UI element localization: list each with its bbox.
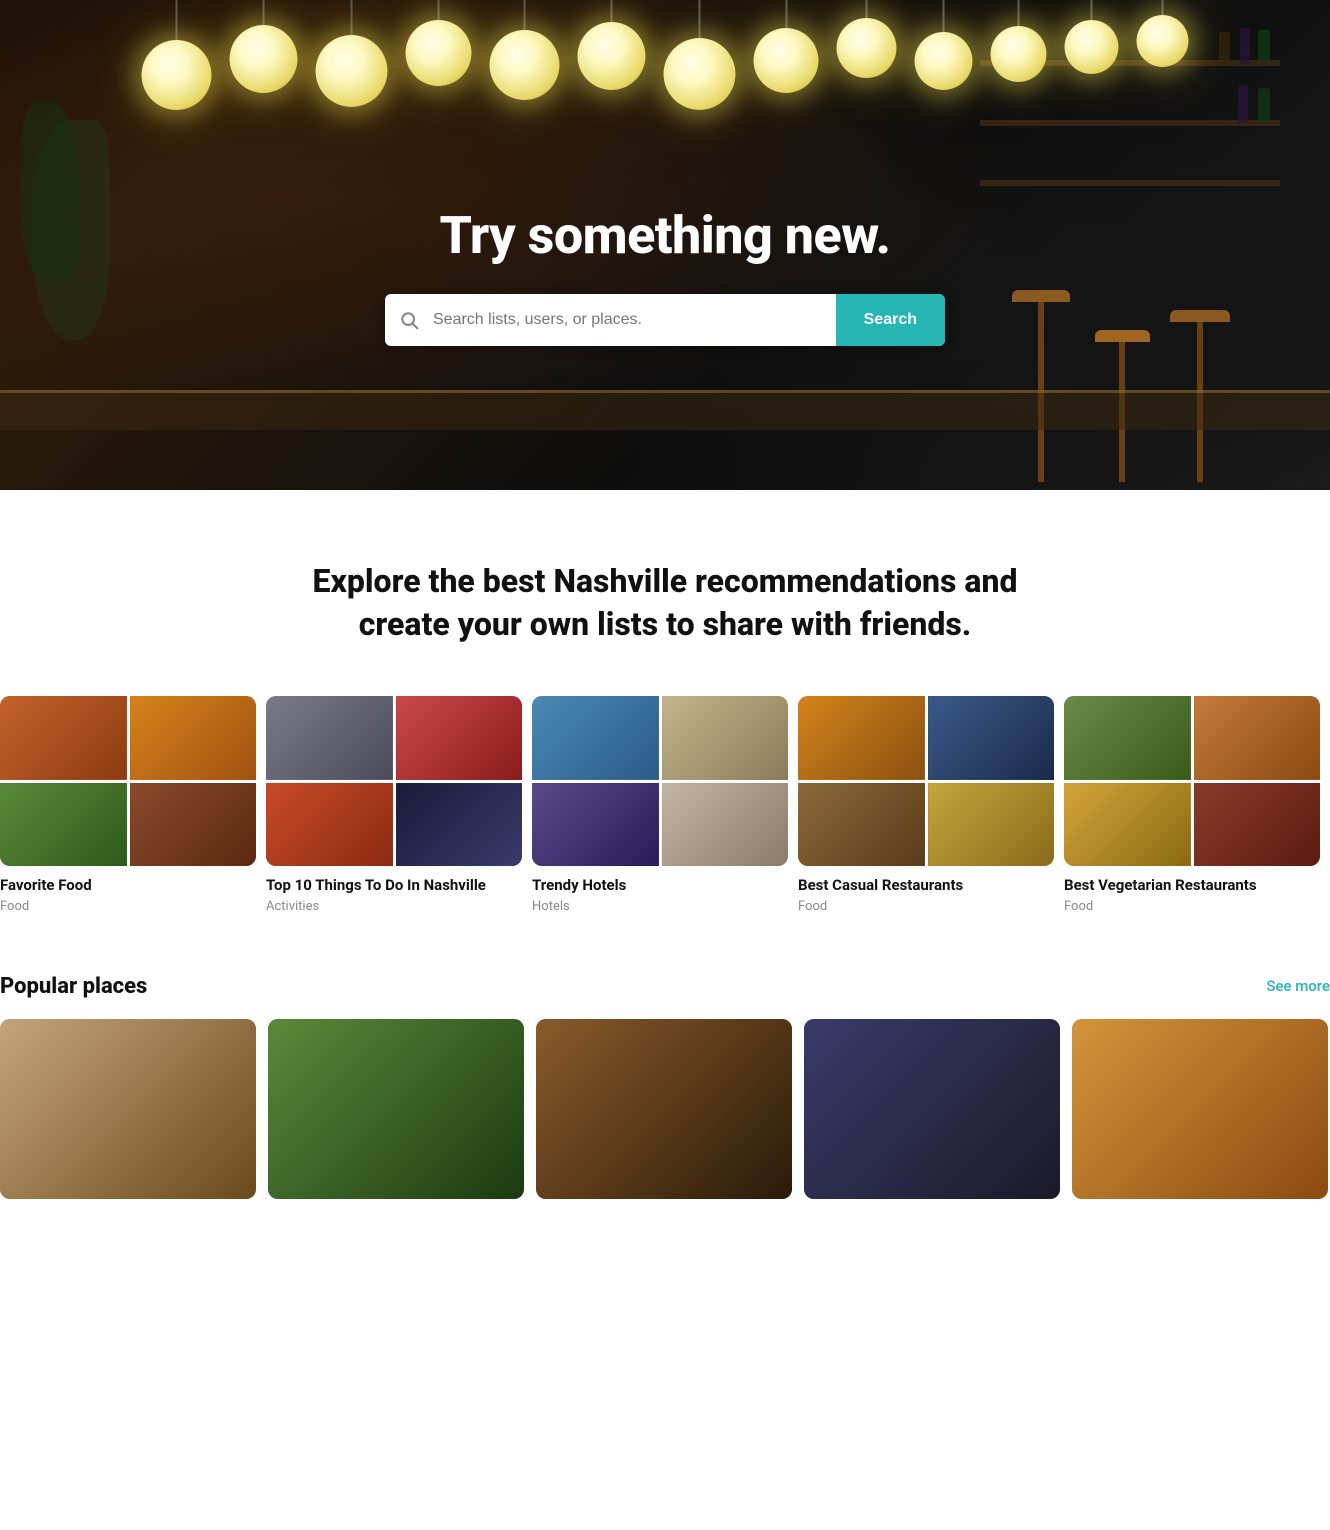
light-4 [406,0,472,86]
list-card-title-2: Trendy Hotels [532,876,788,896]
list-card-4[interactable]: Best Vegetarian Restaurants Food [1064,696,1330,914]
list-card-image-0-1 [130,696,257,780]
light-3 [316,0,388,107]
list-card-image-4-0 [1064,696,1191,780]
place-card-1[interactable] [268,1019,524,1199]
search-input[interactable] [433,311,836,329]
hero-title: Try something new. [440,205,891,266]
list-card-images-2 [532,696,788,866]
place-card-0[interactable] [0,1019,256,1199]
place-card-3[interactable] [804,1019,1060,1199]
list-card-image-1-0 [266,696,393,780]
search-button[interactable]: Search [836,294,945,346]
light-2 [230,0,298,93]
pendant-lights [142,0,1189,110]
list-card-category-1: Activities [266,899,522,914]
list-card-title-3: Best Casual Restaurants [798,876,1054,896]
list-card-image-1-1 [396,696,523,780]
list-card-title-0: Favorite Food [0,876,256,896]
list-card-image-2-1 [662,696,789,780]
places-grid [0,1019,1330,1199]
tagline-text: Explore the best Nashville recommendatio… [285,560,1045,646]
list-card-image-1-2 [266,783,393,867]
list-card-image-2-2 [532,783,659,867]
place-card-image-0 [0,1019,256,1199]
list-card-image-3-0 [798,696,925,780]
list-card-category-4: Food [1064,899,1320,914]
list-card-title-4: Best Vegetarian Restaurants [1064,876,1320,896]
light-10 [915,0,973,90]
list-card-3[interactable]: Best Casual Restaurants Food [798,696,1064,914]
tagline-section: Explore the best Nashville recommendatio… [0,490,1330,696]
light-6 [578,0,646,90]
list-card-image-0-2 [0,783,127,867]
light-8 [754,0,819,93]
list-card-category-2: Hotels [532,899,788,914]
place-card-4[interactable] [1072,1019,1328,1199]
list-card-image-1-3 [396,783,523,867]
list-card-image-2-3 [662,783,789,867]
list-card-images-3 [798,696,1054,866]
see-more-link[interactable]: See more [1266,977,1330,995]
light-13 [1137,0,1189,67]
list-card-image-3-1 [928,696,1055,780]
search-bar: Search [385,294,945,346]
list-card-1[interactable]: Top 10 Things To Do In Nashville Activiti… [266,696,532,914]
list-card-2[interactable]: Trendy Hotels Hotels [532,696,798,914]
list-card-category-0: Food [0,899,256,914]
search-icon-wrap [385,310,433,330]
place-card-image-4 [1072,1019,1328,1199]
light-5 [490,0,560,100]
list-card-category-3: Food [798,899,1054,914]
place-card-image-2 [536,1019,792,1199]
list-card-image-4-2 [1064,783,1191,867]
list-card-title-1: Top 10 Things To Do In Nashville [266,876,522,896]
light-11 [991,0,1047,82]
popular-header: Popular places See more [0,974,1330,999]
light-12 [1065,0,1119,74]
place-card-image-1 [268,1019,524,1199]
hero-content: Try something new. Search [385,205,945,346]
list-card-images-1 [266,696,522,866]
list-card-images-0 [0,696,256,866]
place-card-2[interactable] [536,1019,792,1199]
list-card-image-0-3 [130,783,257,867]
list-card-image-2-0 [532,696,659,780]
list-card-image-4-3 [1194,783,1321,867]
hero-section: Try something new. Search [0,0,1330,490]
popular-places-section: Popular places See more [0,974,1330,1239]
light-1 [142,0,212,110]
list-card-image-3-3 [928,783,1055,867]
search-icon [399,310,419,330]
list-card-image-3-2 [798,783,925,867]
light-7 [664,0,736,110]
popular-places-title: Popular places [0,974,147,999]
list-card-images-4 [1064,696,1320,866]
lists-section: Favorite Food Food Top 10 Things To Do In … [0,696,1330,974]
list-card-image-4-1 [1194,696,1321,780]
place-card-image-3 [804,1019,1060,1199]
list-card-image-0-0 [0,696,127,780]
list-card-0[interactable]: Favorite Food Food [0,696,266,914]
light-9 [837,0,897,78]
lists-grid: Favorite Food Food Top 10 Things To Do In … [0,696,1330,914]
